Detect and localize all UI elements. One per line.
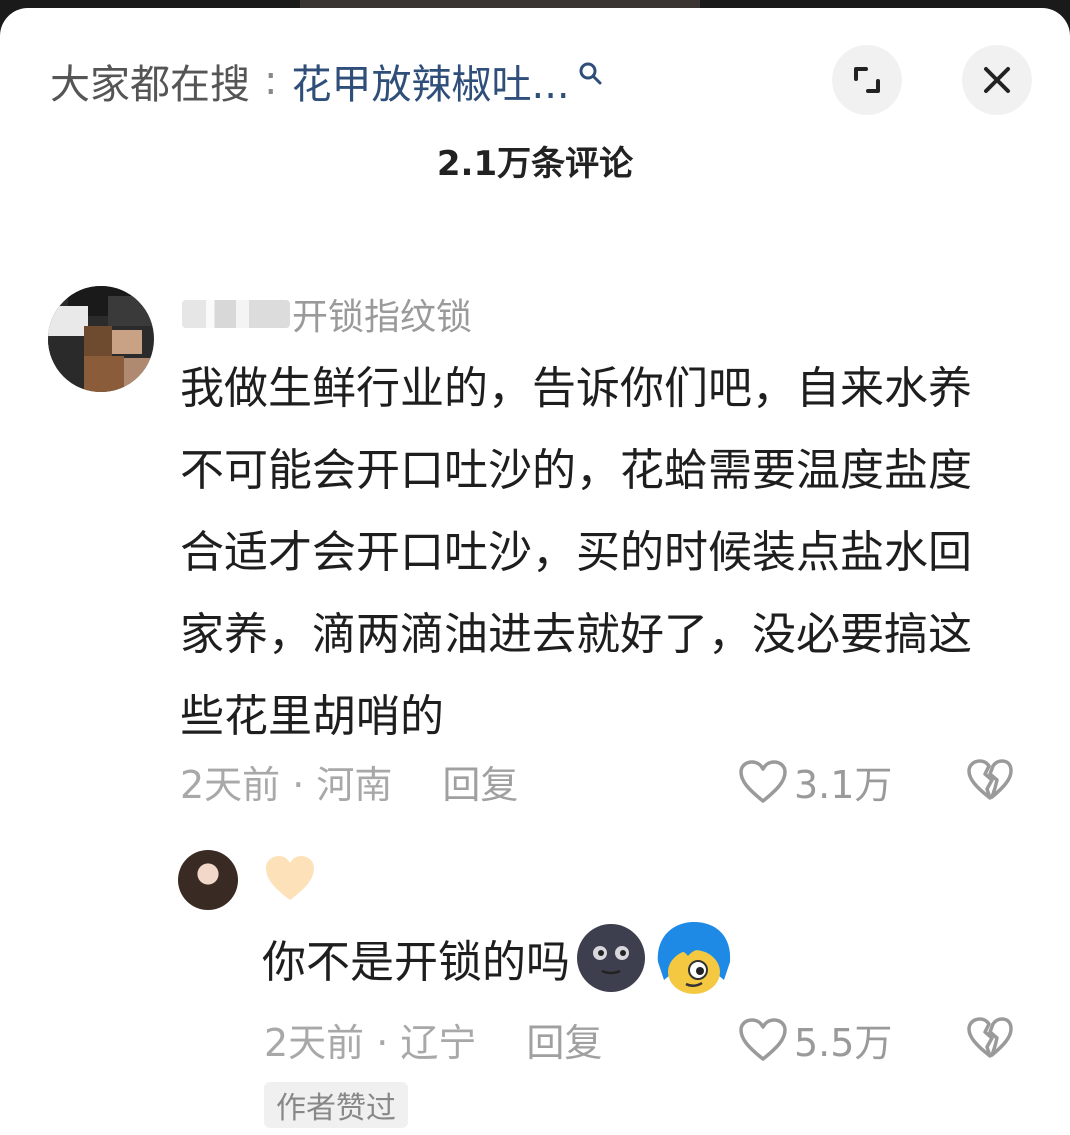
comment-text: 我做生鲜行业的，告诉你们吧，自来水养不可能会开口吐沙的，花蛤需要温度盐度合适才会… — [180, 363, 972, 742]
like-count: 3.1万 — [794, 763, 893, 807]
broken-heart-icon[interactable] — [966, 1016, 1014, 1060]
comment-meta: 2天前 · 河南 回复 — [180, 754, 518, 809]
author-liked-badge: 作者赞过 — [264, 1082, 408, 1128]
username-text: 开锁指纹锁 — [292, 297, 473, 338]
reply-button[interactable]: 回复 — [442, 754, 518, 809]
reply-time-location: 2天前 · 辽宁 — [264, 1021, 477, 1065]
search-icon — [579, 62, 602, 85]
search-colon: : — [264, 58, 278, 104]
reply-reply-button[interactable]: 回复 — [526, 1012, 602, 1067]
expand-icon — [854, 67, 880, 93]
search-suggestion[interactable]: 大家都在搜 : 花甲放辣椒吐... — [50, 46, 604, 116]
heart-outline-icon — [739, 1017, 787, 1061]
comments-panel: 大家都在搜 : 花甲放辣椒吐... 2.1万条评论 开锁指纹锁 我做生鲜行业的，… — [0, 8, 1070, 1135]
expand-button[interactable] — [832, 45, 902, 115]
avatar[interactable] — [48, 286, 154, 392]
reply-avatar[interactable] — [178, 850, 238, 910]
username[interactable]: 开锁指纹锁 — [182, 288, 472, 340]
comment-count-title: 2.1万条评论 — [436, 144, 634, 184]
close-icon — [984, 67, 1010, 93]
like-button[interactable]: 3.1万 — [738, 754, 892, 809]
heart-outline-icon — [739, 759, 787, 803]
username-blur — [182, 300, 290, 328]
heart-badge-icon — [266, 856, 314, 900]
reply-like-count: 5.5万 — [794, 1021, 893, 1065]
blue-hair-face-icon — [657, 922, 731, 994]
comment-time-location: 2天前 · 河南 — [180, 763, 393, 807]
broken-heart-icon[interactable] — [966, 758, 1014, 802]
search-prefix: 大家都在搜 — [50, 62, 250, 108]
reply-meta: 2天前 · 辽宁 回复 — [264, 1012, 602, 1067]
reply-text-row: 你不是开锁的吗 — [262, 918, 736, 998]
reply-like-button[interactable]: 5.5万 — [738, 1012, 892, 1067]
reply-text: 你不是开锁的吗 — [262, 937, 570, 988]
close-button[interactable] — [962, 45, 1032, 115]
search-term-link[interactable]: 花甲放辣椒吐... — [291, 52, 569, 110]
moon-face-icon — [577, 924, 645, 992]
